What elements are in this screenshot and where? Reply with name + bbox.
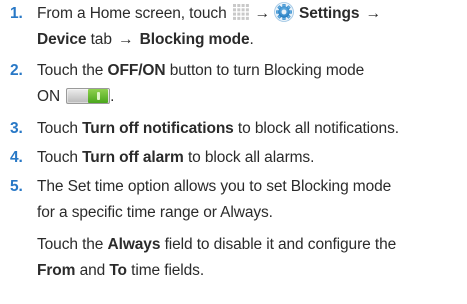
blocking-mode-label: Blocking mode [135,31,250,48]
step-text: . [110,88,115,105]
step-line: Touch the Always field to disable it and… [37,233,396,256]
turn-off-notifications-label: Turn off notifications [82,120,234,137]
step-number: 4. [10,149,23,166]
toggle-mark [97,92,101,100]
step-text: to block all alarms. [183,149,315,166]
step-text: field to disable it and configure the [160,236,397,253]
step-text: Touch the [37,62,108,79]
step-text: From a Home screen, touch [37,5,227,22]
step-text: button to turn Blocking mode [165,62,365,79]
turn-off-alarm-label: Turn off alarm [82,149,184,166]
from-label: From [37,262,76,279]
step-text: tab [86,31,117,48]
step-text: and [75,262,110,279]
step-line: ON. [37,85,114,108]
toggle-switch-icon [66,88,111,104]
step-number: 5. [10,178,23,195]
device-label: Device [37,31,87,48]
step-text: to block all notifications. [233,120,399,137]
apps-icon [232,4,249,20]
on-label: ON [37,88,61,105]
to-label: To [109,262,127,279]
toggle-thumb [88,89,109,103]
step-line: The Set time option allows you to set Bl… [37,178,392,195]
settings-gear-icon [274,2,294,22]
step-text: Touch the [37,236,108,253]
step-line: Touch Turn off notifications to block al… [37,117,399,140]
step-text: . [249,31,254,48]
step-text: time fields. [126,262,205,279]
step-line: for a specific time range or Always. [37,204,273,221]
step-text: Touch [37,120,83,137]
step-line: Touch Turn off alarm to block all alarms… [37,146,314,169]
arrow-right: → [118,31,134,48]
step-line: From a Home screen, touch → Settings → [37,2,383,25]
step-number: 2. [10,62,23,79]
step-line: Touch the OFF/ON button to turn Blocking… [37,59,364,82]
always-label: Always [107,236,161,253]
settings-label: Settings [299,5,360,22]
arrow-right: → [254,5,271,22]
step-number: 3. [10,120,23,137]
step-number: 1. [10,5,23,22]
step-text: Touch [37,149,83,166]
step-line: From and To time fields. [37,259,204,282]
arrow-right: → [365,5,382,22]
toggle-track [68,90,89,102]
step-line: Device tab → Blocking mode. [37,28,254,51]
off-on-label: OFF/ON [107,62,166,79]
